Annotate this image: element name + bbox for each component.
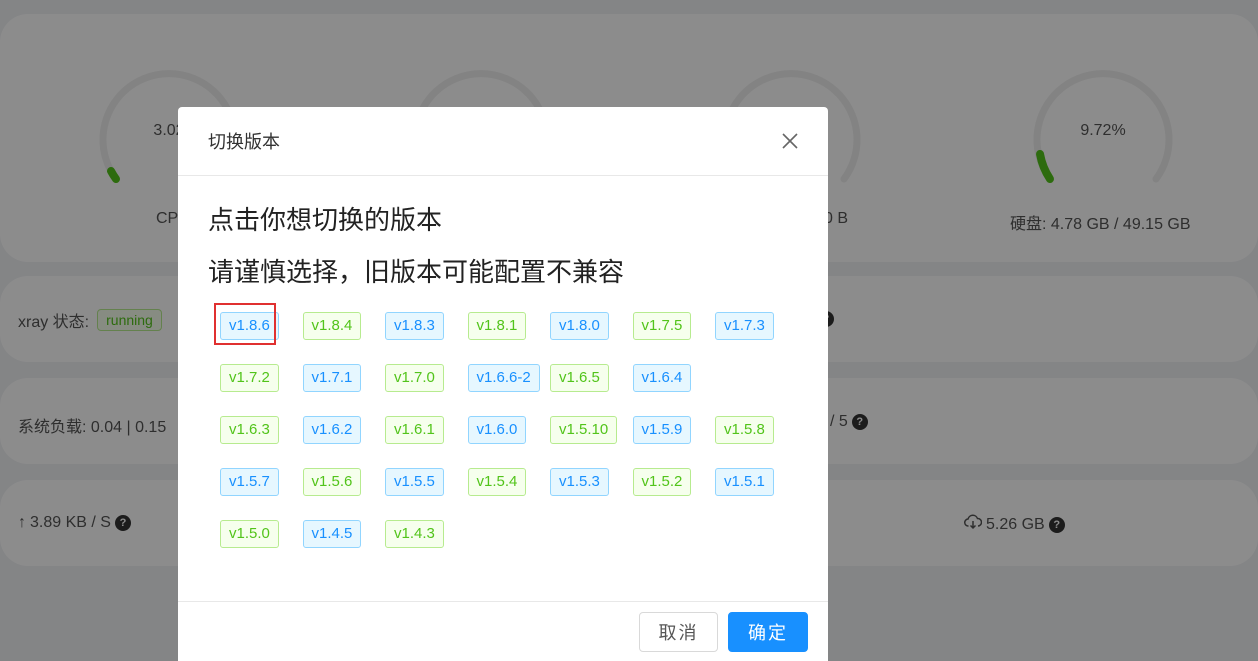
version-cell: v1.7.1 xyxy=(302,364,386,392)
version-cell: v1.5.5 xyxy=(385,468,468,496)
warning-text: 请谨慎选择，旧版本可能配置不兼容 xyxy=(208,257,625,287)
version-tag[interactable]: v1.8.6 xyxy=(220,312,279,340)
version-tag[interactable]: v1.5.6 xyxy=(302,468,362,496)
version-tag[interactable]: v1.6.4 xyxy=(632,364,692,392)
version-cell: v1.5.4 xyxy=(467,468,551,496)
version-tag[interactable]: v1.5.10 xyxy=(550,416,618,444)
modal-footer: 取消 确定 xyxy=(178,601,828,661)
version-tag[interactable]: v1.4.5 xyxy=(302,520,362,548)
close-icon[interactable] xyxy=(778,129,802,153)
version-cell: v1.5.9 xyxy=(632,416,716,444)
version-tag[interactable]: v1.5.2 xyxy=(632,468,692,496)
version-cell: v1.8.4 xyxy=(302,312,386,340)
modal-title: 切换版本 xyxy=(208,132,280,152)
version-cell: v1.7.5 xyxy=(632,312,716,340)
version-cell: v1.8.0 xyxy=(550,312,633,340)
version-tag[interactable]: v1.6.2 xyxy=(302,416,362,444)
version-tag[interactable]: v1.6.6-2 xyxy=(467,364,540,392)
version-tag[interactable]: v1.6.5 xyxy=(550,364,609,392)
version-cell: v1.6.2 xyxy=(302,416,386,444)
version-tag[interactable]: v1.5.1 xyxy=(715,468,774,496)
version-tag[interactable]: v1.7.3 xyxy=(715,312,774,340)
version-cell: v1.6.1 xyxy=(385,416,468,444)
switch-version-modal: 切换版本 点击你想切换的版本 请谨慎选择，旧版本可能配置不兼容 v1.8.6 v1… xyxy=(178,107,828,661)
version-tag[interactable]: v1.5.8 xyxy=(715,416,774,444)
version-tag[interactable]: v1.7.0 xyxy=(385,364,444,392)
version-cell: v1.6.0 xyxy=(467,416,551,444)
ok-button[interactable]: 确定 xyxy=(728,611,808,652)
version-tag[interactable]: v1.7.1 xyxy=(302,364,362,392)
version-tag[interactable]: v1.8.4 xyxy=(302,312,362,340)
version-tag[interactable]: v1.8.3 xyxy=(385,312,444,340)
version-cell: v1.6.3 xyxy=(220,416,303,444)
version-tag[interactable]: v1.5.5 xyxy=(385,468,444,496)
version-tag[interactable]: v1.8.1 xyxy=(467,312,527,340)
version-cell: v1.6.5 xyxy=(550,364,633,392)
version-cell: v1.8.3 xyxy=(385,312,468,340)
version-cell: v1.5.7 xyxy=(220,468,303,496)
version-tag[interactable]: v1.6.3 xyxy=(220,416,279,444)
version-cell: v1.4.3 xyxy=(385,520,468,548)
version-cell xyxy=(715,364,798,392)
version-cell: v1.5.0 xyxy=(220,520,303,548)
version-tag[interactable]: v1.4.3 xyxy=(385,520,444,548)
version-list: v1.8.6 v1.8.4 v1.8.3 v1.8.1 v1.8.0 v1.7.5 v1.7… xyxy=(208,303,798,548)
version-tag[interactable]: v1.5.4 xyxy=(467,468,527,496)
version-tag[interactable]: v1.5.3 xyxy=(550,468,609,496)
version-cell: v1.7.2 xyxy=(220,364,303,392)
version-tag[interactable]: v1.5.0 xyxy=(220,520,279,548)
cancel-button[interactable]: 取消 xyxy=(639,611,718,652)
version-cell: v1.5.6 xyxy=(302,468,386,496)
version-tag[interactable]: v1.5.9 xyxy=(632,416,692,444)
version-cell: v1.7.0 xyxy=(385,364,468,392)
version-cell: v1.4.5 xyxy=(302,520,386,548)
version-tag[interactable]: v1.8.0 xyxy=(550,312,609,340)
version-tag[interactable]: v1.5.7 xyxy=(220,468,279,496)
version-tag[interactable]: v1.7.5 xyxy=(632,312,692,340)
version-tag[interactable]: v1.6.0 xyxy=(467,416,527,444)
version-cell: v1.5.3 xyxy=(550,468,633,496)
version-cell: v1.6.6-2 xyxy=(467,364,551,392)
version-cell: v1.8.6 xyxy=(214,303,303,345)
modal-header: 切换版本 xyxy=(178,107,828,176)
version-tag[interactable]: v1.6.1 xyxy=(385,416,444,444)
version-cell: v1.5.8 xyxy=(715,416,798,444)
modal-body: 点击你想切换的版本 请谨慎选择，旧版本可能配置不兼容 v1.8.6 v1.8.4 v… xyxy=(178,176,828,548)
version-cell: v1.8.1 xyxy=(467,312,551,340)
instruction-text: 点击你想切换的版本 xyxy=(208,205,443,235)
version-cell: v1.5.10 xyxy=(550,416,633,444)
version-cell: v1.6.4 xyxy=(632,364,716,392)
version-cell: v1.5.2 xyxy=(632,468,716,496)
version-cell: v1.7.3 xyxy=(715,312,798,340)
version-cell: v1.5.1 xyxy=(715,468,798,496)
version-tag[interactable]: v1.7.2 xyxy=(220,364,279,392)
